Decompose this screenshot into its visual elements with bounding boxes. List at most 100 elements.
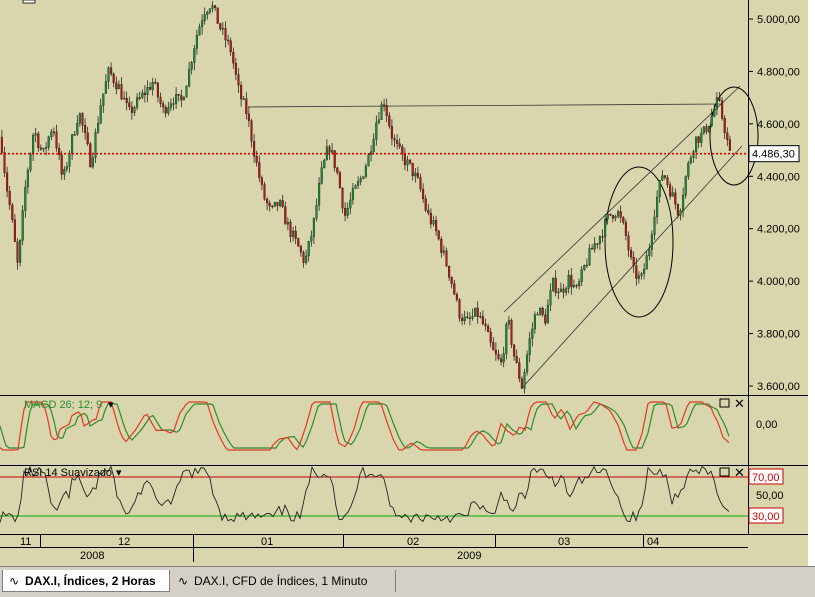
candle-body [198, 26, 201, 36]
candle-body [351, 188, 354, 201]
candle-body [71, 134, 74, 154]
tab-dax-2h[interactable]: ∿ DAX.I, Índices, 2 Horas [2, 570, 170, 592]
candle-body [312, 218, 315, 237]
candle-body [6, 172, 9, 192]
candle-body [492, 342, 495, 351]
candle-body [169, 103, 172, 108]
candle-body [419, 177, 422, 190]
candle-body [175, 94, 178, 104]
candle-body [726, 132, 729, 140]
candle-body [159, 96, 162, 104]
candle-body [138, 97, 141, 99]
candle-body [16, 241, 19, 263]
candle-body [442, 250, 445, 253]
chart-icon: ∿ [9, 574, 20, 588]
candle-body [247, 113, 250, 121]
candle-body [403, 154, 406, 166]
scroll-handle-icon[interactable] [22, 0, 36, 4]
price-pane[interactable] [0, 0, 748, 395]
candle-body [216, 7, 219, 24]
candle-body [448, 265, 451, 278]
candle-body [149, 87, 152, 90]
candle-body [380, 104, 383, 120]
candle-body [229, 40, 232, 53]
candle-body [614, 216, 617, 219]
candle-body [242, 98, 245, 100]
month-label: 12 [118, 536, 130, 548]
candle-body [50, 131, 53, 138]
candle-body [110, 67, 113, 75]
candle-body [234, 62, 237, 75]
candle-body [19, 240, 22, 263]
candle-body [718, 97, 721, 101]
candle-body [39, 147, 42, 150]
candle-body [227, 39, 230, 42]
candle-body [307, 241, 310, 257]
candle-body [552, 277, 555, 291]
candle-body [458, 299, 461, 319]
candle-body [333, 150, 336, 168]
candle-body [167, 107, 170, 114]
candle-body [172, 103, 175, 105]
candle-body [575, 285, 578, 287]
candle-body [627, 235, 630, 251]
candle-body [63, 169, 66, 175]
rsi-label[interactable]: RSI 14 Suavizado [24, 467, 112, 479]
candle-body [679, 210, 682, 216]
dropdown-arrow-icon[interactable]: ▾ [116, 467, 122, 479]
candle-body [393, 138, 396, 141]
candle-body [143, 92, 146, 96]
candle-body [432, 220, 435, 225]
candle-body [528, 338, 531, 355]
candle-body [510, 320, 513, 345]
candle-body [596, 243, 599, 245]
candle-body [661, 175, 664, 181]
month-label: 02 [407, 536, 419, 548]
candle-body [362, 176, 365, 179]
candle-body [388, 115, 391, 127]
candle-body [294, 230, 297, 239]
tab-label: DAX.I, CFD de Índices, 1 Minuto [194, 574, 368, 588]
candle-body [208, 8, 211, 13]
candle-body [315, 204, 318, 219]
candle-body [89, 143, 92, 168]
candle-body [723, 118, 726, 133]
candle-body [279, 200, 282, 206]
close-icon[interactable]: ✕ [734, 466, 745, 481]
candle-body [541, 307, 544, 315]
candle-body [331, 150, 334, 153]
candle-body [531, 328, 534, 339]
candle-body [37, 133, 40, 148]
candle-body [481, 316, 484, 325]
candle-body [190, 62, 193, 70]
candle-body [520, 378, 523, 389]
candle-body [437, 230, 440, 240]
candle-body [539, 307, 542, 315]
chart-icon: ∿ [178, 574, 189, 588]
candle-body [276, 202, 279, 206]
candle-body [440, 238, 443, 253]
candle-body [224, 27, 227, 41]
candle-body [136, 97, 139, 108]
candle-body [323, 159, 326, 168]
chart[interactable]: 5.000,00 4.800,00 4.600,00 4.400,00 4.200,00… [0, 0, 815, 566]
candle-body [666, 177, 669, 185]
candle-body [567, 275, 570, 289]
candle-body [705, 126, 708, 132]
candle-body [635, 265, 638, 279]
macd-label[interactable]: MACD 26; 12; 9 [24, 399, 102, 411]
dropdown-arrow-icon[interactable]: ▾ [108, 399, 114, 411]
tab-dax-1m[interactable]: ∿ DAX.I, CFD de Índices, 1 Minuto [172, 570, 396, 592]
candle-body [715, 97, 718, 110]
candle-body [505, 324, 508, 354]
candle-body [338, 172, 341, 189]
candle-body [604, 219, 607, 237]
price-tick-label: 4.400,00 [757, 171, 800, 183]
year-label: 2009 [457, 550, 481, 562]
close-icon[interactable]: ✕ [734, 397, 745, 412]
candle-body [354, 185, 357, 189]
candle-body [544, 314, 547, 324]
price-tick-label: 4.200,00 [757, 224, 800, 236]
price-tick-label: 4.000,00 [757, 276, 800, 288]
candle-body [320, 167, 323, 184]
